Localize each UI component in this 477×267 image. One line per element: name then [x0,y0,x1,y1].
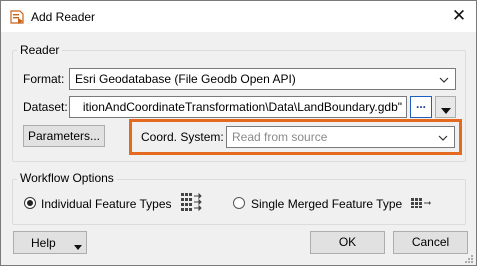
dataset-label: Dataset: [23,100,68,114]
close-button[interactable]: ✕ [447,5,471,27]
parameters-button[interactable]: Parameters... [23,125,105,147]
add-reader-icon [9,9,25,25]
dialog-title: Add Reader [31,10,96,24]
option-individual-label[interactable]: Individual Feature Types [41,197,172,211]
help-button-label: Help [31,236,56,250]
help-button[interactable]: Help [13,231,87,254]
triangle-down-icon [441,104,451,118]
coord-system-placeholder: Read from source [232,130,328,144]
format-select[interactable]: Esri Geodatabase (File Geodb Open API) [69,68,456,90]
single-merged-feature-type-icon [410,197,432,212]
coord-system-label: Coord. System: [141,130,224,144]
resize-grip-icon[interactable] [464,253,474,263]
ok-button[interactable]: OK [310,231,385,254]
browse-button[interactable]: ... [410,96,432,118]
radio-selected-dot [27,200,33,206]
radio-individual-feature-types[interactable] [24,197,36,209]
option-merged-label[interactable]: Single Merged Feature Type [251,197,402,211]
chevron-down-icon [438,132,448,142]
triangle-down-icon [74,240,82,254]
workflow-group-label: Workflow Options [17,171,117,185]
dataset-dropdown-button[interactable] [435,96,456,118]
radio-single-merged-feature-type[interactable] [233,197,245,209]
format-value: Esri Geodatabase (File Geodb Open API) [75,72,296,86]
reader-group-label: Reader [17,43,63,57]
cancel-button[interactable]: Cancel [393,231,468,254]
title-bar: Add Reader ✕ [1,1,476,32]
individual-feature-types-icon [180,192,202,215]
format-label: Format: [23,72,65,86]
dataset-input[interactable]: itionAndCoordinateTransformation\Data\La… [69,96,407,118]
chevron-down-icon [439,74,449,84]
dataset-value: itionAndCoordinateTransformation\Data\La… [82,100,402,114]
add-reader-dialog: Add Reader ✕ Reader Format: Esri Geodata… [0,0,477,266]
coord-system-select[interactable]: Read from source [226,126,455,148]
